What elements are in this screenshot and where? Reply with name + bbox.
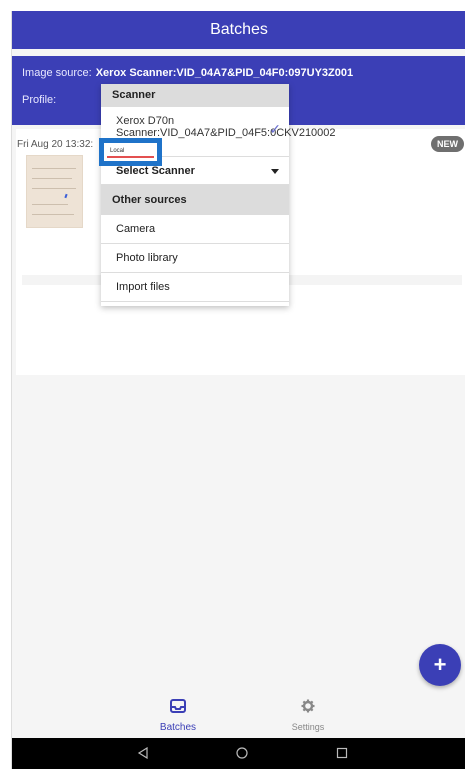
- system-nav-bar: [12, 738, 465, 769]
- local-label: Local: [107, 146, 154, 158]
- nav-batches[interactable]: Batches: [148, 699, 208, 733]
- new-badge: NEW: [431, 136, 464, 152]
- local-highlight[interactable]: Local: [99, 138, 162, 166]
- screen-frame: Batches Image source: Xerox Scanner:VID_0…: [0, 0, 466, 769]
- dropdown-header-other-sources: Other sources: [101, 185, 289, 215]
- thumb-line: [32, 204, 68, 205]
- thumb-line: [32, 178, 72, 179]
- dropdown-item-import-files[interactable]: Import files: [101, 273, 289, 302]
- back-triangle-icon[interactable]: [137, 747, 149, 759]
- recents-square-icon[interactable]: [336, 747, 348, 759]
- home-circle-icon[interactable]: [236, 747, 248, 759]
- add-batch-button[interactable]: +: [419, 644, 461, 686]
- inbox-tray-icon: [170, 699, 186, 713]
- image-source-row[interactable]: Image source: Xerox Scanner:VID_04A7&PID_…: [22, 67, 353, 79]
- page-title: Batches: [210, 21, 268, 38]
- thumb-line: [32, 168, 76, 169]
- thumb-pen-mark: [64, 193, 68, 199]
- thumb-line: [32, 214, 74, 215]
- check-icon: ✓: [269, 121, 281, 137]
- dropdown-header-scanner: Scanner: [101, 84, 289, 107]
- thumb-line: [32, 188, 76, 189]
- select-scanner-label: Select Scanner: [116, 165, 195, 177]
- dropdown-item-camera[interactable]: Camera: [101, 215, 289, 244]
- image-source-label: Image source:: [22, 67, 92, 79]
- bottom-nav: Batches Settings: [12, 693, 465, 738]
- batch-date: Fri Aug 20 13:32:: [17, 139, 94, 150]
- nav-batches-label: Batches: [159, 722, 197, 733]
- caret-down-icon: [271, 169, 279, 174]
- device-screen: Batches Image source: Xerox Scanner:VID_0…: [11, 11, 465, 769]
- nav-settings[interactable]: Settings: [278, 699, 338, 732]
- app-bar: Batches: [12, 11, 465, 49]
- image-source-value[interactable]: Xerox Scanner:VID_04A7&PID_04F0:097UY3Z0…: [96, 67, 353, 79]
- nav-settings-label: Settings: [291, 722, 325, 732]
- image-source-dropdown[interactable]: Scanner Xerox D70n Scanner:VID_04A7&PID_…: [101, 84, 336, 306]
- plus-icon: +: [433, 652, 447, 677]
- dropdown-item-photo-library[interactable]: Photo library: [101, 244, 289, 273]
- selected-scanner-label: Xerox D70n Scanner:VID_04A7&PID_04F5:0CK…: [116, 115, 336, 139]
- profile-label: Profile:: [22, 94, 57, 106]
- batch-thumbnail[interactable]: [26, 155, 83, 228]
- gear-icon: [301, 699, 315, 713]
